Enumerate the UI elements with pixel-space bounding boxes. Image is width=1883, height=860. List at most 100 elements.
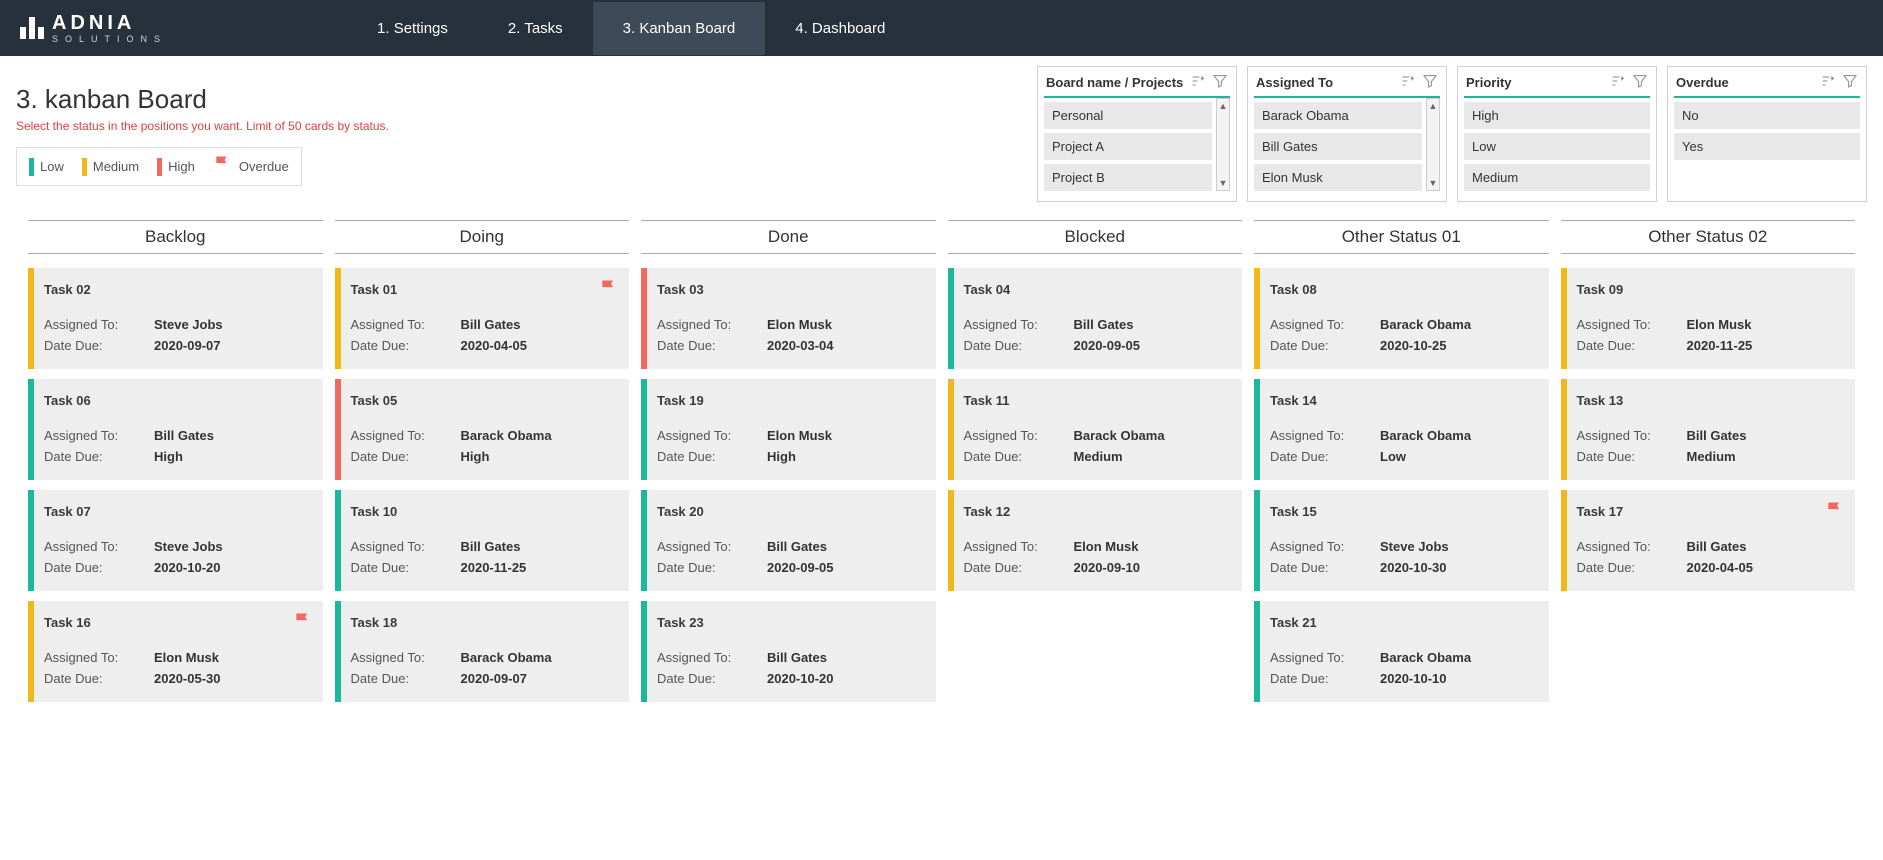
multiselect-icon[interactable] (1400, 73, 1416, 92)
kanban-card[interactable]: Task 09Assigned To:Elon MuskDate Due:202… (1561, 268, 1856, 369)
scrollbar[interactable]: ▲▼ (1216, 98, 1230, 191)
priority-stripe (948, 268, 954, 369)
filter-option[interactable]: Bill Gates (1254, 133, 1422, 160)
kanban-card[interactable]: Task 15Assigned To:Steve JobsDate Due:20… (1254, 490, 1549, 591)
filter-icon[interactable] (1422, 73, 1438, 92)
due-value: 2020-10-20 (154, 560, 221, 575)
assigned-value: Elon Musk (1074, 539, 1139, 554)
assigned-value: Elon Musk (767, 428, 832, 443)
kanban-card[interactable]: Task 04Assigned To:Bill GatesDate Due:20… (948, 268, 1243, 369)
column-header[interactable]: Done (641, 220, 936, 254)
filter-option[interactable]: Project A (1044, 133, 1212, 160)
kanban-card[interactable]: Task 21Assigned To:Barack ObamaDate Due:… (1254, 601, 1549, 702)
kanban-card[interactable]: Task 06Assigned To:Bill GatesDate Due:Hi… (28, 379, 323, 480)
nav-tab-3[interactable]: 4. Dashboard (765, 2, 915, 55)
due-label: Date Due: (964, 560, 1074, 575)
priority-stripe (1254, 490, 1260, 591)
kanban-card[interactable]: Task 16Assigned To:Elon MuskDate Due:202… (28, 601, 323, 702)
kanban-card[interactable]: Task 11Assigned To:Barack ObamaDate Due:… (948, 379, 1243, 480)
kanban-card[interactable]: Task 17Assigned To:Bill GatesDate Due:20… (1561, 490, 1856, 591)
filter-title: Overdue (1676, 75, 1729, 90)
filter-option[interactable]: Barack Obama (1254, 102, 1422, 129)
filter-icon[interactable] (1842, 73, 1858, 92)
due-label: Date Due: (657, 449, 767, 464)
due-label: Date Due: (657, 338, 767, 353)
assigned-label: Assigned To: (964, 539, 1074, 554)
assigned-label: Assigned To: (351, 650, 461, 665)
due-label: Date Due: (964, 449, 1074, 464)
due-value: 2020-11-25 (1687, 338, 1753, 353)
nav-tab-1[interactable]: 2. Tasks (478, 2, 593, 55)
card-title: Task 12 (964, 504, 1231, 519)
kanban-card[interactable]: Task 13Assigned To:Bill GatesDate Due:Me… (1561, 379, 1856, 480)
due-value: High (154, 449, 183, 464)
card-title: Task 14 (1270, 393, 1537, 408)
kanban-card[interactable]: Task 10Assigned To:Bill GatesDate Due:20… (335, 490, 630, 591)
due-label: Date Due: (1270, 560, 1380, 575)
kanban-card[interactable]: Task 02Assigned To:Steve JobsDate Due:20… (28, 268, 323, 369)
kanban-card[interactable]: Task 08Assigned To:Barack ObamaDate Due:… (1254, 268, 1549, 369)
legend-medium: Medium (82, 158, 139, 176)
due-label: Date Due: (1577, 338, 1687, 353)
brand-icon (20, 17, 44, 39)
filter-option[interactable]: Low (1464, 133, 1650, 160)
filter-option[interactable]: Personal (1044, 102, 1212, 129)
kanban-card[interactable]: Task 19Assigned To:Elon MuskDate Due:Hig… (641, 379, 936, 480)
due-value: 2020-03-04 (767, 338, 834, 353)
column-header[interactable]: Blocked (948, 220, 1243, 254)
due-label: Date Due: (1577, 560, 1687, 575)
kanban-board: Backlog Task 02Assigned To:Steve JobsDate… (16, 202, 1867, 730)
assigned-value: Bill Gates (461, 539, 521, 554)
filter-option[interactable]: Elon Musk (1254, 164, 1422, 191)
kanban-column: Blocked Task 04Assigned To:Bill GatesDate… (948, 220, 1243, 712)
due-label: Date Due: (351, 671, 461, 686)
filter-option[interactable]: Medium (1464, 164, 1650, 191)
kanban-card[interactable]: Task 12Assigned To:Elon MuskDate Due:202… (948, 490, 1243, 591)
multiselect-icon[interactable] (1610, 73, 1626, 92)
assigned-label: Assigned To: (44, 539, 154, 554)
priority-stripe (335, 268, 341, 369)
priority-stripe (1561, 268, 1567, 369)
scroll-up-icon[interactable]: ▲ (1219, 99, 1228, 113)
scrollbar[interactable]: ▲▼ (1426, 98, 1440, 191)
multiselect-icon[interactable] (1190, 73, 1206, 92)
filter-option[interactable]: Yes (1674, 133, 1860, 160)
kanban-card[interactable]: Task 18Assigned To:Barack ObamaDate Due:… (335, 601, 630, 702)
due-value: 2020-10-10 (1380, 671, 1447, 686)
filter-icon[interactable] (1632, 73, 1648, 92)
kanban-card[interactable]: Task 07Assigned To:Steve JobsDate Due:20… (28, 490, 323, 591)
kanban-card[interactable]: Task 03Assigned To:Elon MuskDate Due:202… (641, 268, 936, 369)
filter-option[interactable]: Project B (1044, 164, 1212, 191)
filter-3: Overdue No Yes (1667, 66, 1867, 202)
multiselect-icon[interactable] (1820, 73, 1836, 92)
kanban-column: Backlog Task 02Assigned To:Steve JobsDate… (28, 220, 323, 712)
filter-option[interactable]: No (1674, 102, 1860, 129)
filter-icon[interactable] (1212, 73, 1228, 92)
priority-stripe (641, 379, 647, 480)
kanban-column: Done Task 03Assigned To:Elon MuskDate Due… (641, 220, 936, 712)
kanban-card[interactable]: Task 14Assigned To:Barack ObamaDate Due:… (1254, 379, 1549, 480)
filter-option[interactable]: High (1464, 102, 1650, 129)
column-header[interactable]: Other Status 01 (1254, 220, 1549, 254)
kanban-card[interactable]: Task 20Assigned To:Bill GatesDate Due:20… (641, 490, 936, 591)
scroll-down-icon[interactable]: ▼ (1429, 176, 1438, 190)
nav-tab-2[interactable]: 3. Kanban Board (593, 2, 766, 55)
overdue-flag-icon (599, 278, 619, 304)
scroll-down-icon[interactable]: ▼ (1219, 176, 1228, 190)
card-title: Task 06 (44, 393, 311, 408)
page-subtitle: Select the status in the positions you w… (16, 119, 736, 133)
assigned-value: Elon Musk (154, 650, 219, 665)
scroll-up-icon[interactable]: ▲ (1429, 99, 1438, 113)
assigned-value: Bill Gates (767, 539, 827, 554)
kanban-card[interactable]: Task 01Assigned To:Bill GatesDate Due:20… (335, 268, 630, 369)
column-header[interactable]: Backlog (28, 220, 323, 254)
column-header[interactable]: Doing (335, 220, 630, 254)
assigned-value: Steve Jobs (1380, 539, 1449, 554)
column-header[interactable]: Other Status 02 (1561, 220, 1856, 254)
kanban-column: Doing Task 01Assigned To:Bill GatesDate D… (335, 220, 630, 712)
kanban-card[interactable]: Task 05Assigned To:Barack ObamaDate Due:… (335, 379, 630, 480)
card-title: Task 21 (1270, 615, 1537, 630)
kanban-card[interactable]: Task 23Assigned To:Bill GatesDate Due:20… (641, 601, 936, 702)
nav-tab-0[interactable]: 1. Settings (347, 2, 478, 55)
due-label: Date Due: (1270, 449, 1380, 464)
